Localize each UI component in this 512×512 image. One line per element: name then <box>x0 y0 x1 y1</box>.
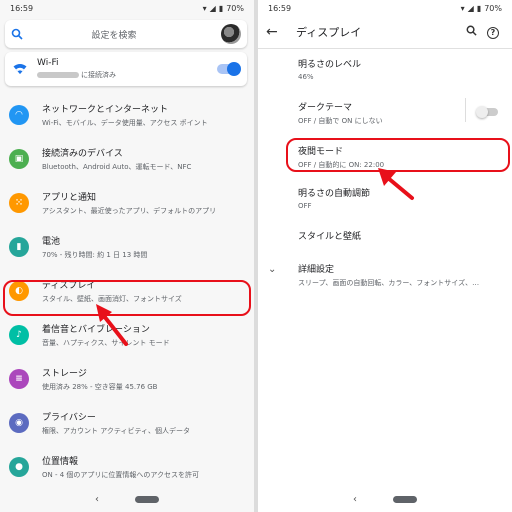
item-title: ストレージ <box>42 369 87 379</box>
item-subtitle: Wi-Fi、モバイル、データ使用量、アクセス ポイント <box>42 119 208 127</box>
annotation-arrow-left <box>96 304 128 346</box>
item-text: 位置情報 ON - 4 個のアプリに位置情報へのアクセスを許可 <box>42 454 199 480</box>
item-text: アプリと通知アシスタント、最近使ったアプリ、デフォルトのアプリ <box>42 190 216 216</box>
navigation-bar: ‹ <box>258 486 512 512</box>
wifi-status: に接続済み <box>81 71 116 79</box>
item-text: ネットワークとインターネット Wi-Fi、モバイル、データ使用量、アクセス ポイン… <box>42 102 208 128</box>
sound-icon: ♪ <box>9 325 29 345</box>
wifi-title: Wi-Fi <box>37 58 59 68</box>
item-subtitle: 権限、アカウント アクティビティ、個人データ <box>42 427 191 435</box>
battery-icon: ▮ <box>9 237 29 257</box>
status-icons: ▾ ◢ ▮ 70% <box>203 4 244 13</box>
redacted-ssid <box>37 72 79 78</box>
privacy-icon: ◉ <box>9 413 29 433</box>
wifi-suggestion-card[interactable]: Wi-Fi に接続済み <box>5 52 247 86</box>
item-subtitle: スリープ、画面の自動回転、カラー、フォントサイズ、… <box>298 279 480 287</box>
item-subtitle: OFF / 自動で ON にしない <box>298 117 383 125</box>
item-subtitle: 使用済み 28% - 空き容量 45.76 GB <box>42 383 158 391</box>
back-nav-icon[interactable]: ‹ <box>353 494 357 505</box>
signal-icon: ◢ <box>209 3 216 13</box>
advanced-item[interactable]: 詳細設定 スリープ、画面の自動回転、カラー、フォントサイズ、… <box>298 262 504 288</box>
home-pill[interactable] <box>135 495 159 503</box>
storage-icon: ≡ <box>9 369 29 389</box>
item-title: 接続済みのデバイス <box>42 149 123 159</box>
avatar[interactable] <box>221 24 241 44</box>
settings-item-storage[interactable]: ≡ ストレージ使用済み 28% - 空き容量 45.76 GB <box>0 357 254 401</box>
screenshot: 16:59 ▾ ◢ ▮ 70% 設定を検索 Wi-Fi に接続済み ◠ ネットワー… <box>0 0 512 512</box>
item-subtitle: ON - 4 個のアプリに位置情報へのアクセスを許可 <box>42 471 200 479</box>
item-title: 明るさの自動調節 <box>298 189 371 199</box>
item-title: 明るさのレベル <box>298 60 362 70</box>
item-subtitle: 46% <box>298 73 314 81</box>
page-title: ディスプレイ <box>296 26 362 39</box>
item-text: ストレージ使用済み 28% - 空き容量 45.76 GB <box>42 366 157 392</box>
item-title: ダークテーマ <box>298 103 353 113</box>
status-bar: 16:59 ▾ ◢ ▮ 70% <box>0 0 254 16</box>
battery-percent: 70% <box>484 3 502 13</box>
status-bar: 16:59 ▾ ◢ ▮ 70% <box>258 0 512 16</box>
status-time: 16:59 <box>268 3 292 13</box>
settings-item-privacy[interactable]: ◉ プライバシー権限、アカウント アクティビティ、個人データ <box>0 401 254 445</box>
search-bar[interactable]: 設定を検索 <box>5 20 247 48</box>
battery-percent: 70% <box>226 3 244 13</box>
status-time: 16:59 <box>10 3 34 13</box>
search-icon[interactable] <box>460 25 482 39</box>
item-subtitle: Bluetooth、Android Auto、運転モード、NFC <box>42 163 192 171</box>
adaptive-brightness-item[interactable]: 明るさの自動調節 OFF <box>298 186 504 210</box>
battery-status-icon: ▮ <box>476 3 482 13</box>
item-text: プライバシー権限、アカウント アクティビティ、個人データ <box>42 410 190 436</box>
item-subtitle: アシスタント、最近使ったアプリ、デフォルトのアプリ <box>42 207 217 215</box>
dark-theme-item[interactable]: ダークテーマ OFF / 自動で ON にしない <box>298 100 504 126</box>
wifi-status-icon: ▾ <box>460 3 465 13</box>
item-title: 詳細設定 <box>298 265 335 275</box>
help-icon[interactable]: ? <box>482 25 504 39</box>
item-subtitle: 70% - 残り時間: 約 1 日 13 時間 <box>42 251 148 259</box>
toggle-divider <box>465 98 466 122</box>
display-settings-screen: 16:59 ▾ ◢ ▮ 70% ← ディスプレイ ? 明るさのレベル 46% ダ… <box>258 0 512 512</box>
item-title: 位置情報 <box>42 457 79 467</box>
settings-item-location[interactable]: ● 位置情報 ON - 4 個のアプリに位置情報へのアクセスを許可 <box>0 445 254 489</box>
status-icons: ▾ ◢ ▮ 70% <box>461 4 502 13</box>
wifi-toggle[interactable] <box>217 62 241 76</box>
signal-icon: ◢ <box>467 3 474 13</box>
brightness-level-item[interactable]: 明るさのレベル 46% <box>298 57 504 81</box>
item-title: プライバシー <box>42 413 96 423</box>
navigation-bar: ‹ <box>0 486 254 512</box>
settings-screen: 16:59 ▾ ◢ ▮ 70% 設定を検索 Wi-Fi に接続済み ◠ ネットワー… <box>0 0 254 512</box>
apps-grid-icon: ⁙ <box>9 193 29 213</box>
settings-item-wifi[interactable]: ◠ ネットワークとインターネット Wi-Fi、モバイル、データ使用量、アクセス ポイ… <box>0 93 254 137</box>
wifi-status-icon: ▾ <box>202 3 207 13</box>
item-text: 接続済みのデバイス Bluetooth、Android Auto、運転モード、NF… <box>42 146 191 172</box>
wifi-icon <box>13 64 27 74</box>
item-title: ネットワークとインターネット <box>42 105 169 115</box>
item-title: アプリと通知 <box>42 193 97 203</box>
settings-item-devices[interactable]: ▣ 接続済みのデバイス Bluetooth、Android Auto、運転モード、N… <box>0 137 254 181</box>
wifi-icon: ◠ <box>9 105 29 125</box>
styles-wallpapers-item[interactable]: スタイルと壁紙 <box>298 229 504 242</box>
chevron-down-icon: ⌄ <box>268 264 277 275</box>
search-icon <box>11 28 23 40</box>
back-arrow-icon[interactable]: ← <box>266 24 286 40</box>
item-text: 電池 70% - 残り時間: 約 1 日 13 時間 <box>42 234 147 260</box>
app-bar: ← ディスプレイ ? <box>258 16 512 48</box>
appbar-divider <box>258 48 512 49</box>
back-nav-icon[interactable]: ‹ <box>95 494 99 505</box>
search-placeholder: 設定を検索 <box>91 30 137 41</box>
settings-item-apps-grid[interactable]: ⁙ アプリと通知アシスタント、最近使ったアプリ、デフォルトのアプリ <box>0 181 254 225</box>
item-title: 電池 <box>42 237 61 247</box>
battery-status-icon: ▮ <box>218 3 224 13</box>
location-icon: ● <box>9 457 29 477</box>
item-subtitle: OFF <box>298 202 312 210</box>
settings-item-battery[interactable]: ▮ 電池 70% - 残り時間: 約 1 日 13 時間 <box>0 225 254 269</box>
item-title: スタイルと壁紙 <box>298 232 362 242</box>
devices-icon: ▣ <box>9 149 29 169</box>
dark-theme-toggle[interactable] <box>476 106 498 118</box>
home-pill[interactable] <box>393 495 417 503</box>
